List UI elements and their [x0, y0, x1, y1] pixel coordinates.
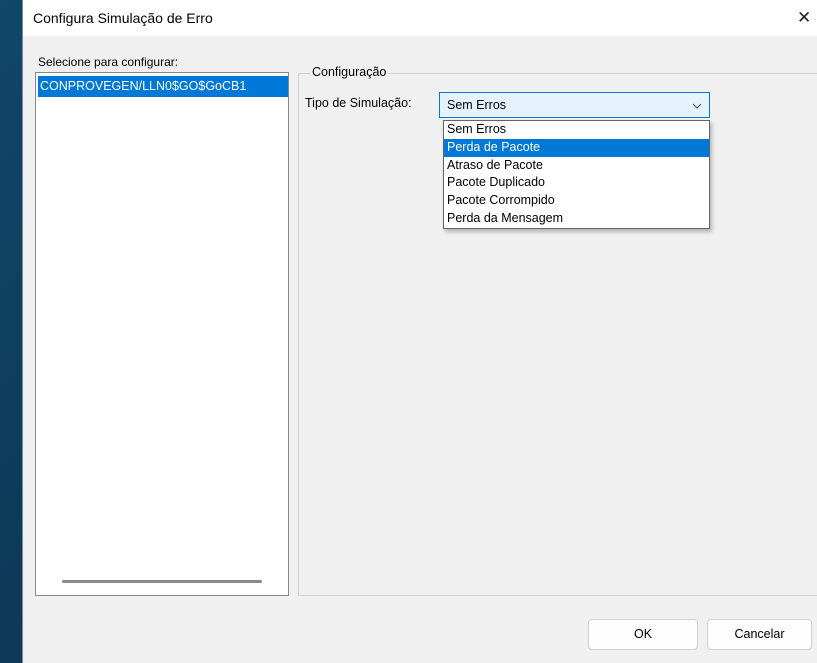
title-bar[interactable]: Configura Simulação de Erro ✕	[23, 0, 817, 36]
select-label: Selecione para configurar:	[38, 55, 179, 69]
simulation-type-label: Tipo de Simulação:	[305, 96, 412, 110]
close-icon[interactable]: ✕	[797, 6, 817, 30]
option-pacote-corrompido[interactable]: Pacote Corrompido	[444, 192, 709, 210]
dialog-window: Configura Simulação de Erro ✕ Selecione …	[22, 0, 817, 663]
ok-button[interactable]: OK	[588, 619, 698, 650]
config-listbox[interactable]: CONPROVEGEN/LLN0$GO$GoCB1	[35, 72, 289, 596]
chevron-down-icon	[692, 103, 702, 109]
horizontal-scrollbar[interactable]	[62, 580, 262, 583]
option-perda-de-pacote[interactable]: Perda de Pacote	[444, 138, 709, 157]
list-item[interactable]: CONPROVEGEN/LLN0$GO$GoCB1	[38, 76, 288, 97]
window-title: Configura Simulação de Erro	[33, 10, 213, 26]
combo-value: Sem Erros	[447, 98, 507, 112]
option-atraso-de-pacote[interactable]: Atraso de Pacote	[444, 157, 709, 175]
group-title: Configuração	[310, 65, 389, 79]
option-sem-erros[interactable]: Sem Erros	[444, 121, 709, 139]
option-perda-da-mensagem[interactable]: Perda da Mensagem	[444, 210, 709, 228]
cancel-button[interactable]: Cancelar	[707, 619, 812, 650]
option-pacote-duplicado[interactable]: Pacote Duplicado	[444, 174, 709, 192]
simulation-type-dropdown: Sem Erros Perda de Pacote Atraso de Paco…	[443, 120, 710, 229]
simulation-type-combobox[interactable]: Sem Erros	[439, 92, 710, 118]
